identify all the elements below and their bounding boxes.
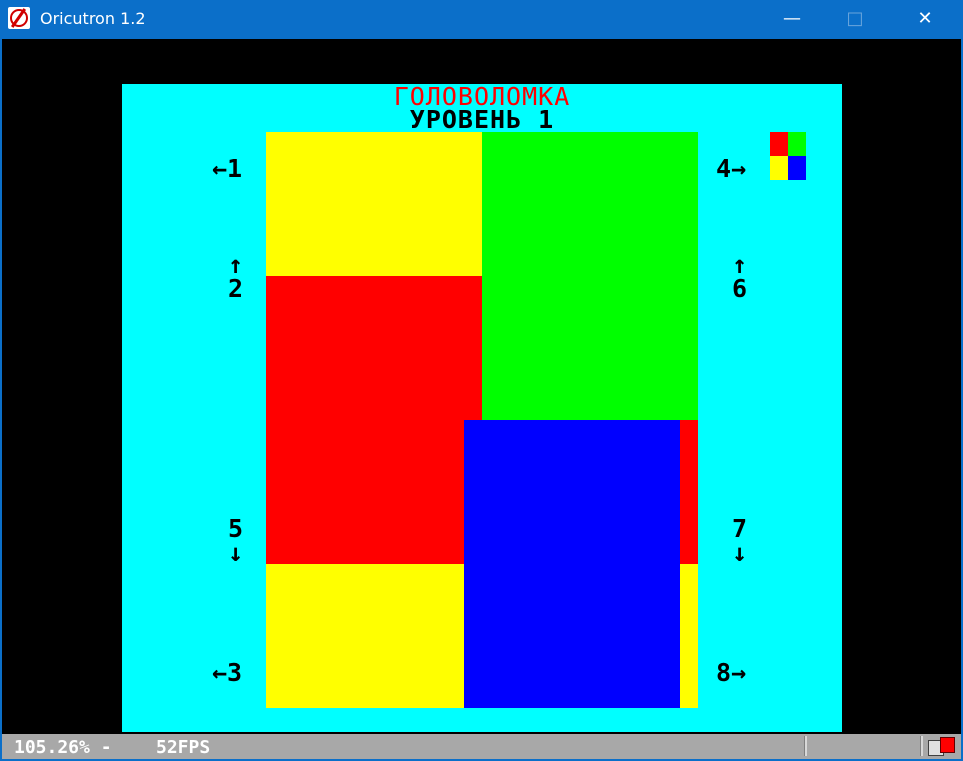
activity-led-icon <box>940 737 955 753</box>
preview-red <box>770 132 788 156</box>
tile-blue-bottom <box>464 420 680 708</box>
level-label: УРОВЕНЬ 1 <box>409 105 555 134</box>
control-1-left: ←1 <box>212 154 243 183</box>
tile-yellow-strip <box>680 564 698 708</box>
tile-yellow-bottom-left <box>266 564 464 708</box>
status-bar: 105.26% - 52FPS <box>2 734 961 759</box>
tile-red-strip <box>680 420 698 564</box>
control-2-number: 2 <box>228 274 244 303</box>
control-4-right: 4→ <box>716 154 747 183</box>
status-divider <box>804 736 807 756</box>
target-preview <box>770 132 806 180</box>
fps-counter: 52FPS <box>156 737 211 758</box>
control-5-arrow-down: ↓ <box>228 538 244 567</box>
window-title: Oricutron 1.2 <box>40 9 146 28</box>
preview-yellow <box>770 156 788 180</box>
close-button[interactable]: ✕ <box>902 0 948 39</box>
status-divider <box>920 736 923 756</box>
tile-green-right <box>482 132 698 420</box>
control-7-arrow-down: ↓ <box>732 538 748 567</box>
emulator-screen[interactable]: ГОЛОВОЛОМКА УРОВЕНЬ 1 ←1 ↑ 2 5 ↓ ←3 4→ ↑… <box>2 39 961 734</box>
oricutron-app-icon[interactable] <box>8 7 30 29</box>
puzzle-grid <box>266 132 698 708</box>
control-8-right: 8→ <box>716 658 747 687</box>
preview-green <box>788 132 806 156</box>
control-6-number: 6 <box>732 274 748 303</box>
title-bar[interactable]: Oricutron 1.2 — □ ✕ <box>0 0 963 39</box>
minimize-icon: — <box>783 8 801 29</box>
control-3-left: ←3 <box>212 658 243 687</box>
game-playfield: ГОЛОВОЛОМКА УРОВЕНЬ 1 ←1 ↑ 2 5 ↓ ←3 4→ ↑… <box>122 84 842 732</box>
minimize-button[interactable]: — <box>769 0 815 39</box>
preview-blue <box>788 156 806 180</box>
maximize-icon: □ <box>846 8 864 29</box>
zoom-level: 105.26% - <box>14 737 112 758</box>
disk-activity-icon <box>926 736 955 757</box>
emulator-window: Oricutron 1.2 — □ ✕ ГОЛОВОЛОМКА УРОВЕНЬ … <box>0 0 963 761</box>
maximize-button[interactable]: □ <box>832 0 878 39</box>
close-icon: ✕ <box>917 8 933 29</box>
tile-yellow-top-left <box>266 132 482 276</box>
tile-red-left <box>266 276 482 564</box>
